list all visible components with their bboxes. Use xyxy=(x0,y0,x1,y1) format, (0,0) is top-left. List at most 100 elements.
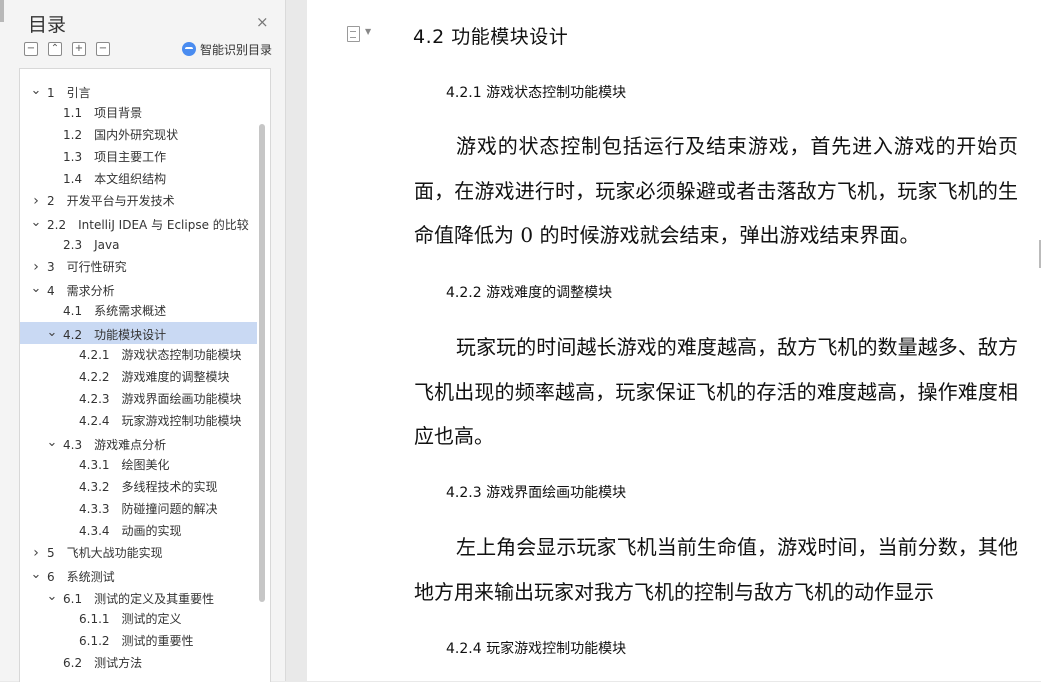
toc-item-label: 项目背景 xyxy=(94,106,143,120)
toc-item-number: 4 xyxy=(47,284,55,298)
chevron-down-icon[interactable]: ⌄ xyxy=(46,322,58,344)
toc-item-number: 4.3.2 xyxy=(79,480,110,494)
ai-assistant-icon xyxy=(182,42,196,56)
toc-item-number: 2.2 xyxy=(47,218,67,232)
toc-item-number: 4.2.3 xyxy=(79,392,110,406)
toc-item-number: 6.2 xyxy=(63,656,83,670)
toc-item[interactable]: 1.3 项目主要工作 xyxy=(20,146,257,168)
toc-item[interactable]: 4.2.3 游戏界面绘画功能模块 xyxy=(20,388,257,410)
toc-item[interactable]: › 5 飞机大战功能实现 xyxy=(20,542,257,564)
toc-item-label: 玩家游戏控制功能模块 xyxy=(121,414,242,428)
toc-item-number: 4.3.3 xyxy=(79,502,110,516)
toc-item[interactable]: 4.2.4 玩家游戏控制功能模块 xyxy=(20,410,257,432)
toc-item-label: 游戏难度的调整模块 xyxy=(121,370,230,384)
toc-item-number: 4.2 xyxy=(63,328,83,342)
chevron-down-icon[interactable]: ▼ xyxy=(365,27,371,36)
toc-scrollbar[interactable] xyxy=(259,124,265,602)
heading-4-2-1: 4.2.1 游戏状态控制功能模块 xyxy=(446,85,627,101)
toc-panel: ⌄ 1 引言 1.1 项目背景 1.2 国内外研究现状 1.3 项目主要工作 1.4 本文组织结构 ›… xyxy=(19,68,271,682)
chevron-down-icon[interactable]: ⌄ xyxy=(30,212,42,234)
toc-item[interactable]: 4.2.1 游戏状态控制功能模块 xyxy=(20,344,257,366)
paragraph-4-2-3: 左上角会显示玩家飞机当前生命值，游戏时间，当前分数，其他地方用来输出玩家对我方飞… xyxy=(414,535,1018,604)
paragraph-4-2-2: 玩家玩的时间越长游戏的难度越高，敌方飞机的数量越多、敌方飞机出现的频率越高，玩家… xyxy=(414,335,1018,448)
toc-item[interactable]: 6.2 测试方法 xyxy=(20,652,257,674)
toc-item[interactable]: 1.4 本文组织结构 xyxy=(20,168,257,190)
toc-item[interactable]: 1.1 项目背景 xyxy=(20,102,257,124)
chevron-right-icon[interactable]: › xyxy=(30,190,42,212)
heading-4-2: 4.2 功能模块设计 xyxy=(413,26,569,48)
toc-item[interactable]: › 3 可行性研究 xyxy=(20,256,257,278)
toc-item[interactable]: ⌄ 6 系统测试 xyxy=(20,564,257,586)
toc-item-number: 4.3.1 xyxy=(79,458,110,472)
close-icon[interactable]: × xyxy=(256,13,269,31)
toc-item[interactable]: ⌄ 1 引言 xyxy=(20,80,257,102)
toc-item[interactable]: 6.1.2 测试的重要性 xyxy=(20,630,257,652)
toc-item-number: 6.1.2 xyxy=(79,634,110,648)
remove-heading-button[interactable]: − xyxy=(96,42,110,56)
toc-item-label: 系统需求概述 xyxy=(94,304,167,318)
toc-item-number: 1.1 xyxy=(63,106,83,120)
toc-item-number: 2.3 xyxy=(63,238,83,252)
toc-item-label: 需求分析 xyxy=(66,284,115,298)
toc-item-label: 多线程技术的实现 xyxy=(121,480,218,494)
toc-item[interactable]: 4.3.1 绘图美化 xyxy=(20,454,257,476)
toc-item[interactable]: 6.1.1 测试的定义 xyxy=(20,608,257,630)
toc-item[interactable]: 1.2 国内外研究现状 xyxy=(20,124,257,146)
chevron-right-icon[interactable]: › xyxy=(30,256,42,278)
toc-item-number: 4.1 xyxy=(63,304,83,318)
toc-item-number: 6 xyxy=(47,570,55,584)
smart-toc-button[interactable]: 智能识别目录 xyxy=(182,41,272,58)
chevron-down-icon[interactable]: ⌄ xyxy=(30,278,42,300)
toc-item-label: IntelliJ IDEA 与 Eclipse 的比较 xyxy=(78,218,249,232)
toc-item[interactable]: 4.2.2 游戏难度的调整模块 xyxy=(20,366,257,388)
smart-toc-label: 智能识别目录 xyxy=(200,43,273,57)
chevron-down-icon[interactable]: ⌄ xyxy=(30,564,42,586)
toc-item-number: 3 xyxy=(47,260,55,274)
collapse-all-button[interactable]: − xyxy=(24,42,38,56)
chevron-right-icon[interactable]: › xyxy=(30,542,42,564)
toc-item-label: 国内外研究现状 xyxy=(94,128,179,142)
document-page: ▼ 4.2 功能模块设计 4.2.1 游戏状态控制功能模块 游戏的状态控制包括运… xyxy=(307,0,1041,681)
toc-item[interactable]: ⌄ 4.3 游戏难点分析 xyxy=(20,432,257,454)
toc-item-number: 1.4 xyxy=(63,172,83,186)
toc-item-label: 测试方法 xyxy=(94,656,143,670)
chevron-down-icon[interactable]: ⌄ xyxy=(30,80,42,102)
toc-item[interactable]: 2.3 Java xyxy=(20,234,257,256)
toc-item-number: 4.2.4 xyxy=(79,414,110,428)
toc-item[interactable]: › 2 开发平台与开发技术 xyxy=(20,190,257,212)
toc-item-label: 测试的重要性 xyxy=(121,634,194,648)
toc-item[interactable]: ⌄ 4.2 功能模块设计 xyxy=(20,322,257,344)
toc-sidebar: 目录 × − ⌃ + − 智能识别目录 ⌄ 1 引言 1.1 项目背景 1.2 国内外研究现… xyxy=(0,0,286,682)
toc-item-label: Java xyxy=(94,238,120,252)
toc-item-number: 4.2.2 xyxy=(79,370,110,384)
toc-item-label: 引言 xyxy=(66,86,91,100)
toc-item-label: 本文组织结构 xyxy=(94,172,167,186)
toc-item[interactable]: 4.1 系统需求概述 xyxy=(20,300,257,322)
toc-item-label: 测试的定义 xyxy=(121,612,182,626)
toc-item[interactable]: 4.3.4 动画的实现 xyxy=(20,520,257,542)
toc-item-label: 绘图美化 xyxy=(121,458,170,472)
add-heading-button[interactable]: + xyxy=(72,42,86,56)
paragraph-4-2-1: 游戏的状态控制包括运行及结束游戏，首先进入游戏的开始页面，在游戏进行时，玩家必须… xyxy=(414,134,1018,247)
heading-4-2-4: 4.2.4 玩家游戏控制功能模块 xyxy=(446,641,627,657)
document-icon[interactable] xyxy=(347,26,360,42)
toc-item-label: 动画的实现 xyxy=(121,524,182,538)
toc-item-number: 4.2.1 xyxy=(79,348,110,362)
toc-item-number: 2 xyxy=(47,194,55,208)
toc-item-number: 6.1 xyxy=(63,592,83,606)
chevron-down-icon[interactable]: ⌄ xyxy=(46,432,58,454)
toc-item-label: 测试的定义及其重要性 xyxy=(94,592,215,606)
toc-item-label: 系统测试 xyxy=(66,570,115,584)
toc-item[interactable]: ⌄ 6.1 测试的定义及其重要性 xyxy=(20,586,257,608)
toc-item-label: 可行性研究 xyxy=(66,260,127,274)
toc-item-label: 开发平台与开发技术 xyxy=(66,194,175,208)
toc-item[interactable]: ⌄ 4 需求分析 xyxy=(20,278,257,300)
toc-item-number: 6.1.1 xyxy=(79,612,110,626)
chevron-down-icon[interactable]: ⌄ xyxy=(46,586,58,608)
expand-all-button[interactable]: ⌃ xyxy=(48,42,62,56)
toc-item-label: 游戏状态控制功能模块 xyxy=(121,348,242,362)
toc-item[interactable]: 4.3.3 防碰撞问题的解决 xyxy=(20,498,257,520)
window-edge-tab xyxy=(0,0,4,22)
toc-item[interactable]: 4.3.2 多线程技术的实现 xyxy=(20,476,257,498)
toc-item[interactable]: ⌄ 2.2 IntelliJ IDEA 与 Eclipse 的比较 xyxy=(20,212,257,234)
